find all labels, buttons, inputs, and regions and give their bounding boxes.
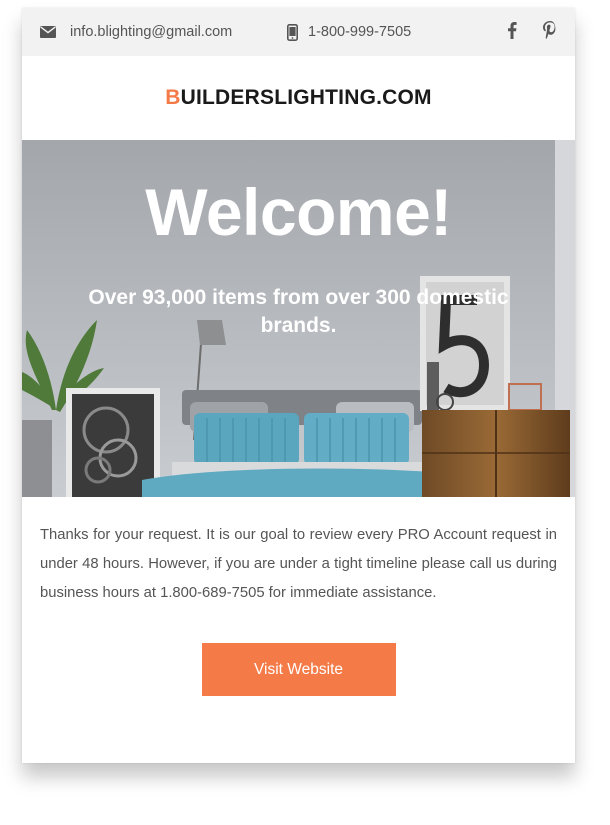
logo-accent-letter: B [165, 86, 181, 109]
contact-bar: info.blighting@gmail.com 1-800-999-7505 [22, 8, 575, 56]
welcome-heading: Welcome! [145, 175, 452, 249]
pinterest-icon[interactable] [543, 21, 557, 43]
email-card: info.blighting@gmail.com 1-800-999-7505 [22, 8, 575, 763]
logo-row: BUILDERSLIGHTING.COM [22, 56, 575, 140]
phone-text[interactable]: 1-800-999-7505 [308, 24, 411, 40]
facebook-icon[interactable] [507, 21, 517, 43]
visit-website-button[interactable]: Visit Website [201, 643, 396, 696]
cta-wrapper: Visit Website [22, 643, 575, 696]
social-links [507, 8, 557, 56]
request-message: Thanks for your request. It is our goal … [40, 527, 557, 601]
phone-contact[interactable]: 1-800-999-7505 [287, 8, 411, 56]
logo-text: UILDERSLIGHTING.COM [180, 86, 432, 109]
hero-subtitle: Over 93,000 items from over 300 domestic… [88, 286, 509, 337]
phone-icon [287, 23, 298, 41]
email-text[interactable]: info.blighting@gmail.com [70, 24, 232, 40]
envelope-icon [40, 26, 56, 38]
site-logo[interactable]: BUILDERSLIGHTING.COM [165, 86, 432, 110]
hero-banner: Welcome! Over 93,000 items from over 300… [22, 140, 575, 497]
email-contact[interactable]: info.blighting@gmail.com [40, 8, 232, 56]
